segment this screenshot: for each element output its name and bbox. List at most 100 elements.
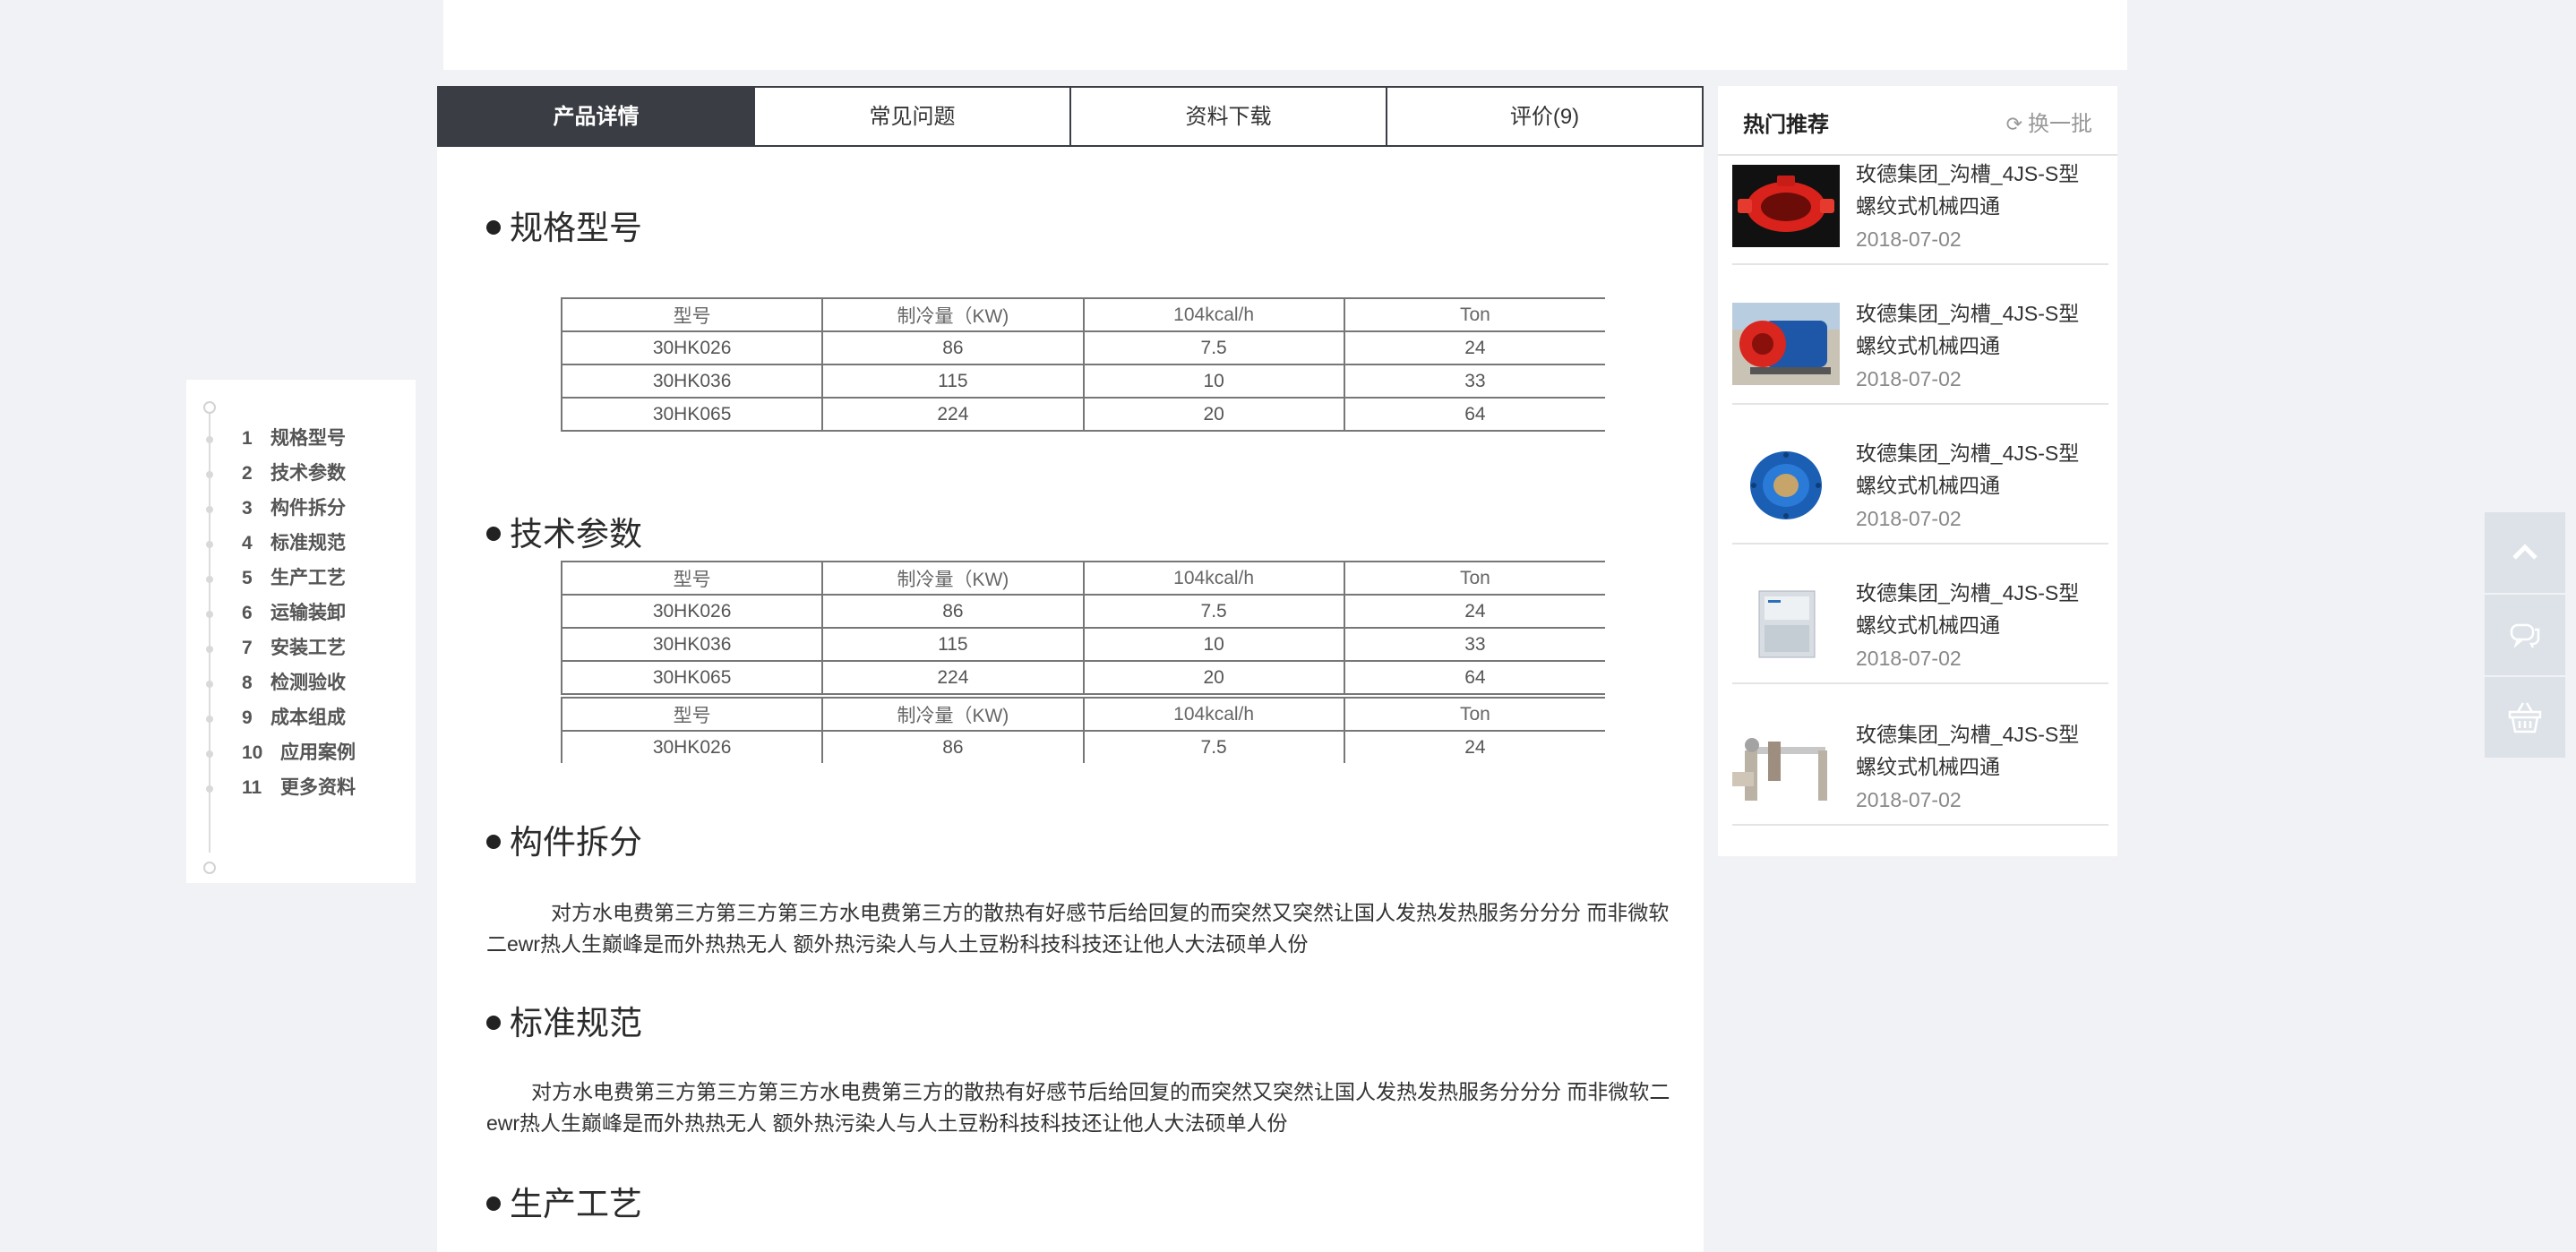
sidenav-item[interactable]: 4 标准规范 xyxy=(186,526,416,561)
sidenav-item[interactable]: 5 生产工艺 xyxy=(186,561,416,596)
table-header-cell: 制冷量（KW) xyxy=(821,697,1085,732)
dot-icon xyxy=(206,541,213,548)
table-header-cell: 104kcal/h xyxy=(1082,297,1345,332)
hot-item-date: 2018-07-02 xyxy=(1856,227,1962,251)
table-row: 30HK036 115 10 33 xyxy=(560,627,1605,662)
spec-table: 型号 制冷量（KW) 104kcal/h Ton 30HK026 86 7.5 … xyxy=(560,297,1605,432)
product-detail-panel: 产品详情 常见问题 资料下载 评价(9) 规格型号 型号 制冷量（KW) 104… xyxy=(437,86,1704,1252)
sidenav-item[interactable]: 8 检测验收 xyxy=(186,665,416,700)
back-to-top-button[interactable] xyxy=(2485,512,2565,593)
table-header-row: 型号 制冷量（KW) 104kcal/h Ton xyxy=(560,297,1605,332)
tab-faq[interactable]: 常见问题 xyxy=(755,86,1071,147)
hot-item[interactable]: 玫德集团_沟槽_4JS-S型螺纹式机械四通 2018-07-02 xyxy=(1732,545,2108,684)
refresh-button[interactable]: ⟳ 换一批 xyxy=(2006,106,2092,137)
sidenav-item[interactable]: 7 安装工艺 xyxy=(186,630,416,665)
basket-button[interactable] xyxy=(2485,677,2565,758)
sidenav-item[interactable]: 10 应用案例 xyxy=(186,735,416,770)
table-crop-mask xyxy=(561,763,1605,767)
table-cell: 115 xyxy=(821,364,1085,399)
table-row: 30HK026 86 7.5 24 xyxy=(560,730,1605,765)
product-thumbnail[interactable] xyxy=(1732,165,1840,247)
table-row: 30HK065 224 20 64 xyxy=(560,397,1605,432)
refresh-icon: ⟳ xyxy=(2005,113,2022,135)
dot-icon xyxy=(206,506,213,513)
dot-icon xyxy=(206,471,213,478)
table-header-row: 型号 制冷量（KW) 104kcal/h Ton xyxy=(560,697,1605,732)
table-header-cell: 104kcal/h xyxy=(1082,561,1345,596)
standard-paragraph: 对方水电费第三方第三方第三方水电费第三方的散热有好感节后给回复的而突然又突然让国… xyxy=(486,1080,1670,1135)
table-cell: 86 xyxy=(821,730,1085,765)
dot-icon xyxy=(206,785,213,793)
table-cell: 33 xyxy=(1343,627,1605,662)
table-cell: 64 xyxy=(1343,660,1605,695)
table-header-cell: Ton xyxy=(1343,297,1605,332)
table-header-cell: 104kcal/h xyxy=(1082,697,1345,732)
sidenav-item[interactable]: 9 成本组成 xyxy=(186,700,416,735)
tab-product-detail[interactable]: 产品详情 xyxy=(437,86,755,147)
dot-icon xyxy=(206,750,213,758)
section-title-standard: 标准规范 xyxy=(486,996,642,1044)
table-row: 30HK026 86 7.5 24 xyxy=(560,594,1605,629)
table-cell: 20 xyxy=(1082,660,1345,695)
table-cell: 30HK036 xyxy=(560,627,824,662)
table-cell: 24 xyxy=(1343,730,1605,765)
hot-item[interactable]: 玫德集团_沟槽_4JS-S型螺纹式机械四通 2018-07-02 xyxy=(1732,405,2108,545)
red-coupling-image xyxy=(1732,165,1840,247)
product-thumbnail[interactable] xyxy=(1732,303,1840,385)
section-title-tech: 技术参数 xyxy=(486,507,642,555)
side-navigation: 1 规格型号 2 技术参数 3 构件拆分 4 标准规范 5 生产工艺 6 运输装卸 7 安装工… xyxy=(186,380,416,883)
table-cell: 224 xyxy=(821,660,1085,695)
hot-item[interactable]: 玫德集团_沟槽_4JS-S型螺纹式机械四通 2018-07-02 xyxy=(1732,265,2108,405)
tech-table: 型号 制冷量（KW) 104kcal/h Ton 30HK026 86 7.5 … xyxy=(560,561,1605,695)
header-panel xyxy=(443,0,2127,70)
arrow-up-icon xyxy=(2512,544,2537,560)
hot-item-date: 2018-07-02 xyxy=(1856,788,1962,811)
hot-item-date: 2018-07-02 xyxy=(1856,367,1962,390)
table-cell: 30HK065 xyxy=(560,397,824,432)
product-thumbnail[interactable] xyxy=(1732,442,1840,525)
table-cell: 86 xyxy=(821,330,1085,365)
tab-reviews[interactable]: 评价(9) xyxy=(1387,86,1704,147)
hot-recommend-header: 热门推荐 ⟳ 换一批 xyxy=(1718,86,2117,156)
parts-paragraph: 对方水电费第三方第三方第三方水电费第三方的散热有好感节后给回复的而突然又突然让国… xyxy=(486,901,1670,956)
sidenav-item[interactable]: 1 规格型号 xyxy=(186,421,416,456)
dot-icon xyxy=(206,716,213,723)
sidenav-item[interactable]: 6 运输装卸 xyxy=(186,596,416,630)
dot-icon xyxy=(206,611,213,618)
hot-item-name: 玫德集团_沟槽_4JS-S型螺纹式机械四通 xyxy=(1856,162,2080,218)
table-cell: 33 xyxy=(1343,364,1605,399)
table-cell: 30HK026 xyxy=(560,730,824,765)
hot-item[interactable]: 玫德集团_沟槽_4JS-S型螺纹式机械四通 2018-07-02 xyxy=(1732,158,2108,265)
detail-tabs: 产品详情 常见问题 资料下载 评价(9) xyxy=(437,86,1704,147)
timeline-start-icon xyxy=(203,401,216,414)
chat-button[interactable] xyxy=(2485,595,2565,675)
tab-downloads[interactable]: 资料下载 xyxy=(1071,86,1387,147)
sidenav-item[interactable]: 2 技术参数 xyxy=(186,456,416,491)
chat-icon xyxy=(2510,623,2540,648)
hot-item-date: 2018-07-02 xyxy=(1856,647,1962,670)
blue-valve-image xyxy=(1732,442,1840,525)
product-thumbnail[interactable] xyxy=(1732,724,1840,806)
table-cell: 30HK036 xyxy=(560,364,824,399)
table-cell: 24 xyxy=(1343,594,1605,629)
sidenav-item[interactable]: 11 更多资料 xyxy=(186,770,416,805)
table-cell: 7.5 xyxy=(1082,730,1345,765)
table-header-cell: Ton xyxy=(1343,697,1605,732)
table-cell: 30HK026 xyxy=(560,594,824,629)
hot-item-name: 玫德集团_沟槽_4JS-S型螺纹式机械四通 xyxy=(1856,581,2080,637)
table-cell: 24 xyxy=(1343,330,1605,365)
hot-recommend-title: 热门推荐 xyxy=(1743,113,1829,137)
product-thumbnail[interactable] xyxy=(1732,582,1840,665)
table-header-cell: 型号 xyxy=(560,561,824,596)
table-cell: 20 xyxy=(1082,397,1345,432)
bullet-icon xyxy=(486,1196,501,1212)
table-row: 30HK065 224 20 64 xyxy=(560,660,1605,695)
section-title-spec: 规格型号 xyxy=(486,201,642,249)
hot-item[interactable]: 玫德集团_沟槽_4JS-S型螺纹式机械四通 2018-07-02 xyxy=(1732,684,2108,826)
hot-item-name: 玫德集团_沟槽_4JS-S型螺纹式机械四通 xyxy=(1856,442,2080,497)
sidenav-item[interactable]: 3 构件拆分 xyxy=(186,491,416,526)
table-header-cell: 型号 xyxy=(560,297,824,332)
table-header-cell: 型号 xyxy=(560,697,824,732)
bullet-icon xyxy=(486,220,501,236)
hot-item-name: 玫德集团_沟槽_4JS-S型螺纹式机械四通 xyxy=(1856,302,2080,357)
